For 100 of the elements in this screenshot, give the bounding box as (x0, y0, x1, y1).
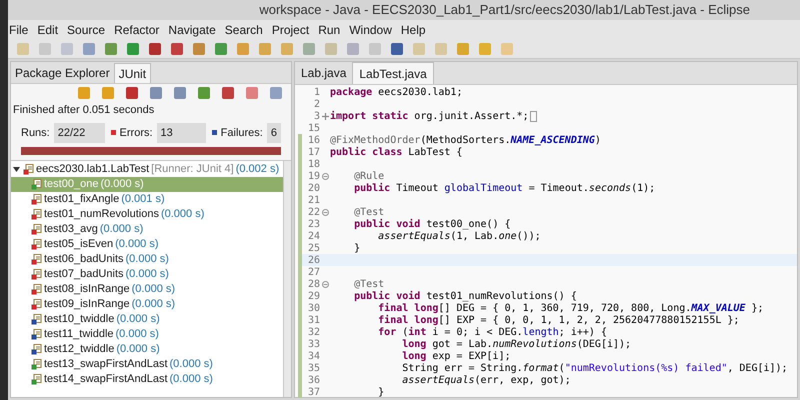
toolbar-icon[interactable] (303, 43, 315, 55)
test-row[interactable]: test13_swapFirstAndLast (0.000 s) (11, 357, 283, 372)
test-time: (0.000 s) (126, 267, 169, 282)
toolbar-icon[interactable] (281, 43, 293, 55)
menu-item[interactable]: File (8, 21, 30, 39)
test-row[interactable]: test11_twiddle (0.000 s) (11, 327, 283, 342)
menu-item[interactable]: Refactor (113, 21, 160, 39)
scrollbar[interactable] (283, 161, 291, 397)
toolbar-icon[interactable] (237, 43, 249, 55)
toolbar-icon[interactable] (105, 43, 117, 55)
failure-icon (212, 130, 217, 136)
menu-item[interactable]: Search (224, 21, 264, 39)
test-row[interactable]: test07_badUnits (0.000 s) (11, 267, 283, 282)
failures-count: 6 (266, 122, 281, 143)
test-row[interactable]: test03_avg (0.000 s) (11, 222, 283, 237)
fold-collapse-icon[interactable] (322, 208, 328, 216)
test-row[interactable]: test14_swapFirstAndLast (0.000 s) (11, 372, 283, 387)
menu-item[interactable]: Edit (36, 21, 60, 39)
toolbar-icon[interactable] (102, 87, 114, 99)
toolbar-icon[interactable] (198, 87, 210, 99)
error-icon (111, 130, 116, 136)
fold-collapse-icon[interactable] (322, 172, 328, 180)
toolbar-icon[interactable] (259, 43, 271, 55)
test-row[interactable]: test09_isInRange (0.000 s) (11, 297, 283, 312)
toolbar-icon[interactable] (457, 43, 469, 55)
toolbar-icon[interactable] (479, 43, 491, 55)
line-number: 30 (306, 302, 320, 316)
editor-tab[interactable]: Lab.java (295, 62, 352, 84)
test-time: (0.000 s) (132, 297, 176, 312)
test-row[interactable]: test01_numRevolutions (0.000 s) (11, 207, 283, 222)
toolbar-icon[interactable] (435, 43, 447, 55)
test-name: test05_isEven (44, 237, 114, 252)
toolbar-icon[interactable] (501, 43, 513, 55)
test-row[interactable]: test10_twiddle (0.000 s) (11, 312, 283, 327)
view-tab[interactable]: JUnit (114, 63, 152, 83)
toolbar-icon[interactable] (193, 43, 205, 55)
fold-collapse-icon[interactable] (322, 280, 328, 288)
line-number: 35 (306, 362, 320, 376)
toolbar-icon[interactable] (126, 87, 138, 99)
menu-item[interactable]: Project (270, 21, 310, 39)
line-number: 21 (306, 194, 320, 208)
line-number: 3 (312, 110, 320, 124)
toolbar-icon[interactable] (369, 43, 381, 55)
toolbar-icon[interactable] (61, 43, 73, 55)
expand-arrow-icon[interactable] (13, 166, 20, 173)
line-number: 36 (306, 374, 320, 388)
code-line: @FixMethodOrder(MethodSorters.NAME_ASCENDING) (330, 134, 601, 146)
toolbar-icon[interactable] (246, 87, 258, 99)
toolbar-icon[interactable] (325, 43, 337, 55)
toolbar-icon[interactable] (17, 43, 29, 55)
menu-item[interactable]: Run (317, 21, 342, 39)
line-number: 15 (306, 122, 320, 136)
view-tab[interactable]: Package Explorer (11, 63, 114, 83)
code-line: final long[] EXP = { 0, 0, 1, 1, 2, 2, 25620477880152155L }; (377, 314, 740, 326)
menu-item[interactable]: Window (348, 21, 393, 39)
errors-label: Errors: (120, 126, 153, 140)
fold-expand-icon[interactable] (322, 112, 328, 120)
toolbar-icon[interactable] (149, 43, 161, 55)
test-name: test07_badUnits (44, 267, 124, 282)
toolbar-icon[interactable] (347, 43, 359, 55)
toolbar-icon[interactable] (270, 87, 282, 99)
toolbar-icon[interactable] (174, 87, 186, 99)
line-number: 33 (306, 338, 320, 352)
toolbar-icon[interactable] (78, 87, 90, 99)
toolbar-icon[interactable] (215, 43, 227, 55)
test-row[interactable]: test05_isEven (0.000 s) (11, 237, 283, 252)
toolbar-icon[interactable] (391, 43, 403, 55)
menu-item[interactable]: Help (400, 21, 427, 39)
toolbar-icon[interactable] (127, 43, 139, 55)
folded-code-marker[interactable] (530, 110, 537, 122)
code-line: @Test (353, 206, 384, 218)
run-status: Finished after 0.051 seconds (12, 103, 156, 118)
test-row[interactable]: test12_twiddle (0.000 s) (11, 342, 283, 357)
toolbar-icon[interactable] (83, 43, 95, 55)
test-time: (0.000 s) (170, 372, 213, 388)
code-line: final long[] DEG = { 0, 1, 360, 719, 720, 800, Long.MAX_VALUE }; (377, 302, 764, 314)
test-suite-row[interactable]: eecs2030.lab1.LabTest [Runner: JUnit 4] (0.002 s) (11, 162, 283, 177)
test-time: (0.000 s) (116, 327, 159, 342)
line-number: 31 (306, 314, 320, 328)
toolbar-icon[interactable] (413, 43, 425, 55)
toolbar-icon[interactable] (222, 87, 234, 99)
test-row[interactable]: test01_fixAngle (0.001 s) (11, 192, 283, 207)
editor-tab[interactable]: LabTest.java (352, 62, 434, 84)
errors-count: 13 (156, 122, 206, 143)
line-number: 20 (306, 182, 320, 196)
menu-item[interactable]: Source (66, 21, 106, 39)
failures-label: Failures: (220, 126, 263, 140)
code-line: } (377, 386, 384, 400)
test-row[interactable]: test06_badUnits (0.000 s) (11, 252, 283, 267)
menu-item[interactable]: Navigate (167, 21, 217, 39)
test-name: test01_fixAngle (44, 192, 120, 208)
toolbar-icon[interactable] (171, 43, 183, 55)
code-line: public class LabTest { (330, 146, 462, 160)
toolbar-icon[interactable] (39, 43, 51, 55)
test-row[interactable]: test08_isInRange (0.000 s) (11, 282, 283, 297)
runs-label: Runs: (21, 126, 50, 140)
line-number: 17 (306, 146, 320, 160)
toolbar-icon[interactable] (150, 87, 162, 99)
test-name: test03_avg (44, 222, 98, 238)
line-number: 34 (306, 350, 320, 364)
